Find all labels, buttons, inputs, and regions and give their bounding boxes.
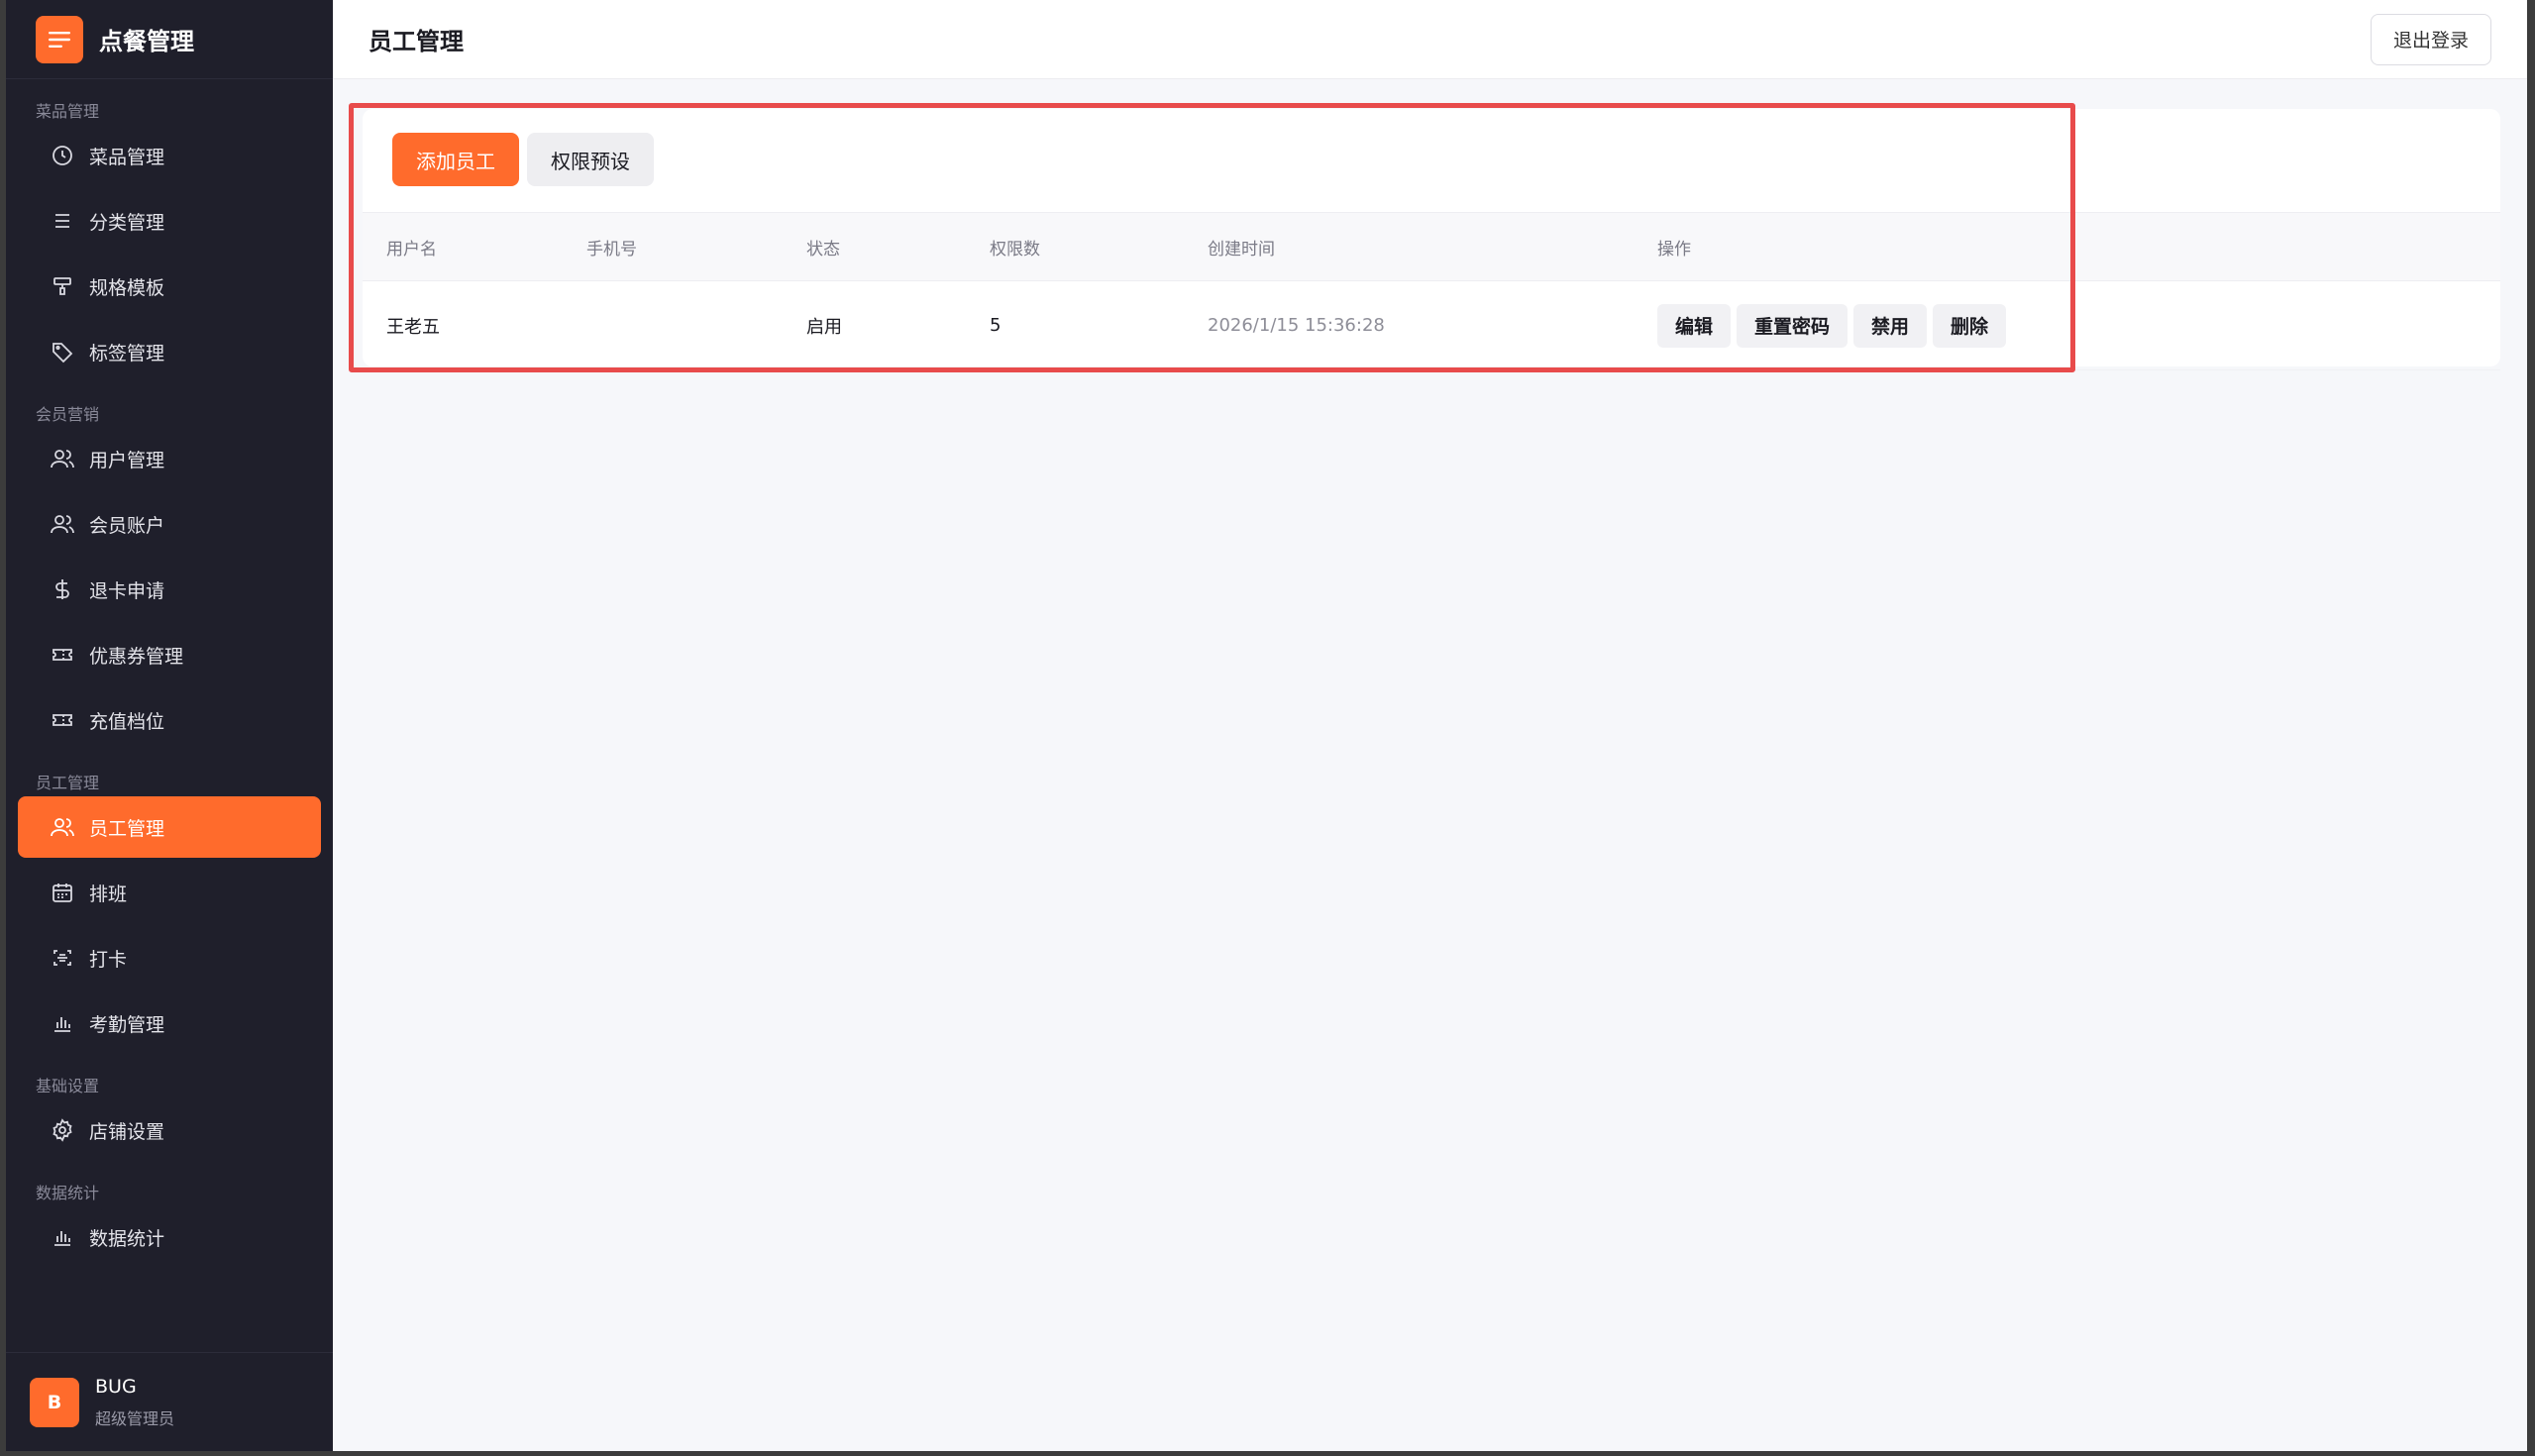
ticket-icon <box>48 640 77 670</box>
sidebar-item-label: 分类管理 <box>89 211 165 234</box>
sidebar-item-label: 标签管理 <box>89 342 165 364</box>
sidebar-item-label: 店铺设置 <box>89 1120 165 1143</box>
disable-button[interactable]: 禁用 <box>1853 303 1928 348</box>
sidebar-item-store-settings[interactable]: 店铺设置 <box>18 1099 321 1161</box>
sidebar-item-staff[interactable]: 员工管理 <box>18 796 321 858</box>
staff-card: 添加员工 权限预设 用户名 手机号 状态 权限数 创建时间 操作 王老五 启用 … <box>363 109 2500 370</box>
calendar-icon <box>48 878 77 907</box>
sidebar-item-label: 会员账户 <box>89 514 165 537</box>
sidebar-item-recharge-tiers[interactable]: 充值档位 <box>18 689 321 751</box>
sidebar-item-label: 用户管理 <box>89 449 165 471</box>
current-user[interactable]: B BUG 超级管理员 <box>6 1352 333 1451</box>
brand: 点餐管理 <box>6 0 333 79</box>
row-actions: 编辑 重置密码 禁用 删除 <box>1657 303 2153 348</box>
menu-icon[interactable] <box>36 15 83 63</box>
page-title: 员工管理 <box>369 28 464 55</box>
sidebar-item-label: 考勤管理 <box>89 1013 165 1036</box>
column-header-phone: 手机号 <box>586 239 637 260</box>
list-icon <box>48 206 77 236</box>
users-icon <box>48 444 77 473</box>
sidebar-item-statistics[interactable]: 数据统计 <box>18 1206 321 1268</box>
users-icon <box>48 509 77 539</box>
sidebar-item-card-refund[interactable]: 退卡申请 <box>18 559 321 620</box>
nav-group-label: 数据统计 <box>36 1184 100 1202</box>
ticket-icon <box>48 705 77 735</box>
nav-group-label: 员工管理 <box>36 774 100 792</box>
clock-icon <box>48 141 77 170</box>
sidebar-item-label: 充值档位 <box>89 710 165 733</box>
sidebar-item-attendance[interactable]: 考勤管理 <box>18 992 321 1054</box>
template-icon <box>48 271 77 301</box>
sidebar-item-label: 退卡申请 <box>89 579 165 602</box>
edit-button[interactable]: 编辑 <box>1657 303 1732 348</box>
column-header-status: 状态 <box>806 239 840 260</box>
toolbar: 添加员工 权限预设 <box>363 109 2500 210</box>
sidebar-item-label: 优惠券管理 <box>89 645 184 668</box>
app-window: 点餐管理 菜品管理 菜品管理 分类管理 规格模板 标签管理 会员营销 用户管理 <box>0 0 2535 1456</box>
sidebar-item-users[interactable]: 用户管理 <box>18 428 321 489</box>
avatar: B <box>30 1377 79 1427</box>
users-icon <box>48 812 77 842</box>
sidebar-item-clock-in[interactable]: 打卡 <box>18 927 321 988</box>
sidebar-item-dishes[interactable]: 菜品管理 <box>18 125 321 186</box>
sidebar-item-schedule[interactable]: 排班 <box>18 862 321 923</box>
column-header-created: 创建时间 <box>1208 239 1275 260</box>
staff-table: 用户名 手机号 状态 权限数 创建时间 操作 王老五 启用 5 2026/1/1… <box>363 212 2500 370</box>
window-frame-right <box>2527 0 2535 1456</box>
delete-button[interactable]: 删除 <box>1933 303 2007 348</box>
sidebar-item-tags[interactable]: 标签管理 <box>18 321 321 382</box>
nav-group-label: 会员营销 <box>36 405 100 424</box>
scan-icon <box>48 943 77 973</box>
column-header-username: 用户名 <box>386 239 437 260</box>
add-staff-button[interactable]: 添加员工 <box>392 133 519 186</box>
sidebar-item-categories[interactable]: 分类管理 <box>18 190 321 252</box>
user-name: BUG <box>95 1375 137 1398</box>
column-header-actions: 操作 <box>1657 239 1691 260</box>
sidebar: 点餐管理 菜品管理 菜品管理 分类管理 规格模板 标签管理 会员营销 用户管理 <box>6 0 333 1451</box>
logout-button[interactable]: 退出登录 <box>2370 13 2491 65</box>
sidebar-item-member-accounts[interactable]: 会员账户 <box>18 493 321 555</box>
reset-password-button[interactable]: 重置密码 <box>1737 303 1848 348</box>
sidebar-item-label: 数据统计 <box>89 1227 165 1250</box>
sidebar-item-spec-templates[interactable]: 规格模板 <box>18 256 321 317</box>
table-header: 用户名 手机号 状态 权限数 创建时间 操作 <box>363 212 2500 281</box>
nav-group-label: 基础设置 <box>36 1077 100 1095</box>
permission-preset-button[interactable]: 权限预设 <box>527 133 654 186</box>
table-row: 王老五 启用 5 2026/1/15 15:36:28 编辑 重置密码 禁用 删… <box>363 281 2500 370</box>
column-header-permissions: 权限数 <box>990 239 1040 260</box>
tag-icon <box>48 337 77 366</box>
sidebar-item-label: 员工管理 <box>89 817 165 840</box>
nav-group-label: 菜品管理 <box>36 102 100 121</box>
sidebar-item-label: 打卡 <box>89 948 128 971</box>
sidebar-item-coupons[interactable]: 优惠券管理 <box>18 624 321 685</box>
cell-created: 2026/1/15 15:36:28 <box>1208 315 1385 336</box>
sidebar-item-label: 菜品管理 <box>89 146 165 168</box>
main-content: 员工管理 退出登录 添加员工 权限预设 用户名 手机号 状态 权限数 创建时间 … <box>333 0 2527 1451</box>
bar-chart-icon <box>48 1008 77 1038</box>
cell-status: 启用 <box>806 316 842 338</box>
cell-permissions: 5 <box>990 315 1002 336</box>
topbar: 员工管理 退出登录 <box>333 0 2527 79</box>
dollar-icon <box>48 574 77 604</box>
sidebar-item-label: 规格模板 <box>89 276 165 299</box>
gear-icon <box>48 1115 77 1145</box>
bar-chart-icon <box>48 1222 77 1252</box>
cell-username: 王老五 <box>386 316 440 338</box>
sidebar-item-label: 排班 <box>89 883 128 905</box>
user-role: 超级管理员 <box>95 1408 175 1428</box>
brand-title: 点餐管理 <box>99 28 194 55</box>
